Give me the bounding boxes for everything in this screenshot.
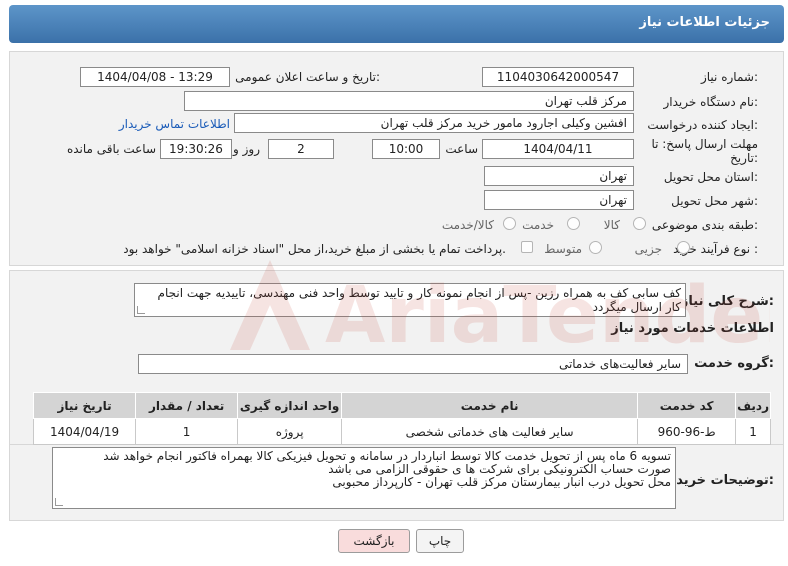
days-label: روز و — [233, 142, 260, 156]
process-minor-label: جزیی — [634, 242, 662, 256]
category-goods-service-radio[interactable] — [503, 217, 516, 230]
page-title: جزئیات اطلاعات نیاز — [639, 15, 770, 30]
buyer-contact-link[interactable]: اطلاعات تماس خریدار — [119, 117, 230, 131]
col-date-header: تاریخ نیاز — [32, 392, 137, 419]
service-date: 1404/04/19 — [32, 418, 137, 445]
city-label: شهر محل تحویل: — [671, 194, 758, 208]
service-qty: 1 — [135, 418, 239, 445]
table-row: 1 ط-96-960 سایر فعالیت های خدماتی شخصی پ… — [32, 418, 771, 445]
service-name: سایر فعالیت های خدماتی شخصی — [341, 418, 639, 445]
category-goods-radio[interactable] — [633, 217, 646, 230]
need-number-field: 1104030642000547 — [482, 67, 634, 87]
description-text: کف سابی کف به همراه رزین -پس از انجام نم… — [157, 286, 681, 314]
treasury-payment-checkbox[interactable] — [521, 241, 533, 253]
service-group-label: گروه خدمت: — [694, 356, 774, 371]
need-number-label: شماره نیاز: — [700, 70, 758, 84]
process-minor-radio[interactable] — [677, 241, 690, 254]
remaining-time-field: 19:30:26 — [160, 139, 232, 159]
back-button[interactable]: بازگشت — [338, 529, 410, 553]
treasury-payment-note: پرداخت تمام یا بخشی از مبلغ خرید،از محل … — [123, 242, 506, 256]
category-service-radio[interactable] — [567, 217, 580, 230]
deadline-date-field: 1404/04/11 — [482, 139, 634, 159]
process-medium-radio[interactable] — [589, 241, 602, 254]
print-button[interactable]: چاپ — [416, 529, 464, 553]
col-qty-header: تعداد / مقدار — [135, 392, 239, 419]
col-row-header: ردیف — [735, 392, 771, 419]
services-table: ردیف کد خدمت نام خدمت واحد اندازه گیری ت… — [32, 392, 771, 445]
services-table-header: ردیف کد خدمت نام خدمت واحد اندازه گیری ت… — [32, 392, 771, 419]
service-code: ط-96-960 — [637, 418, 737, 445]
buyer-notes-textarea[interactable]: تسویه 6 ماه پس از تحویل خدمت کالا توسط ا… — [52, 447, 676, 509]
category-label: طبقه بندی موضوعی: — [651, 218, 758, 232]
process-medium-label: متوسط — [544, 242, 582, 256]
remaining-days-field: 2 — [268, 139, 334, 159]
description-label: شرح کلی نیاز: — [680, 294, 774, 309]
category-service-label: خدمت — [522, 218, 554, 232]
col-name-header: نام خدمت — [341, 392, 639, 419]
deadline-time-label: ساعت — [445, 142, 478, 156]
service-unit: پروژه — [237, 418, 343, 445]
row-number: 1 — [735, 418, 771, 445]
announce-date-label: تاریخ و ساعت اعلان عمومی: — [235, 70, 380, 84]
resize-handle-icon[interactable] — [137, 306, 145, 314]
deadline-time-field: 10:00 — [372, 139, 440, 159]
services-section-title: اطلاعات خدمات مورد نیاز — [611, 321, 774, 336]
city-field: تهران — [484, 190, 634, 210]
description-textarea[interactable]: کف سابی کف به همراه رزین -پس از انجام نم… — [134, 283, 686, 317]
category-goods-service-label: کالا/خدمت — [441, 218, 494, 232]
creator-field: افشین وکیلی اجارود مامور خرید مرکز قلب ت… — [234, 113, 634, 133]
page-header: جزئیات اطلاعات نیاز — [9, 5, 784, 43]
creator-label: ایجاد کننده درخواست: — [647, 118, 758, 132]
province-label: استان محل تحویل: — [663, 170, 758, 184]
col-unit-header: واحد اندازه گیری — [237, 392, 343, 419]
resize-handle-icon[interactable] — [55, 498, 63, 506]
deadline-label: مهلت ارسال پاسخ: تا — [651, 137, 758, 151]
category-goods-label: کالا — [603, 218, 620, 232]
col-code-header: کد خدمت — [637, 392, 737, 419]
buyer-org-label: نام دستگاه خریدار: — [663, 95, 759, 109]
remaining-time-label: ساعت باقی مانده — [66, 142, 156, 156]
service-group-field: سایر فعالیت‌های خدماتی — [138, 354, 688, 374]
deadline-date-label: تاریخ: — [730, 151, 758, 165]
buyer-note-line: محل تحویل درب انبار بیمارستان مرکز قلب ت… — [332, 475, 671, 489]
announce-date-field: 1404/04/08 - 13:29 — [80, 67, 230, 87]
buyer-notes-label: توضیحات خریدار: — [664, 473, 774, 488]
buyer-org-field: مرکز قلب تهران — [184, 91, 634, 111]
province-field: تهران — [484, 166, 634, 186]
